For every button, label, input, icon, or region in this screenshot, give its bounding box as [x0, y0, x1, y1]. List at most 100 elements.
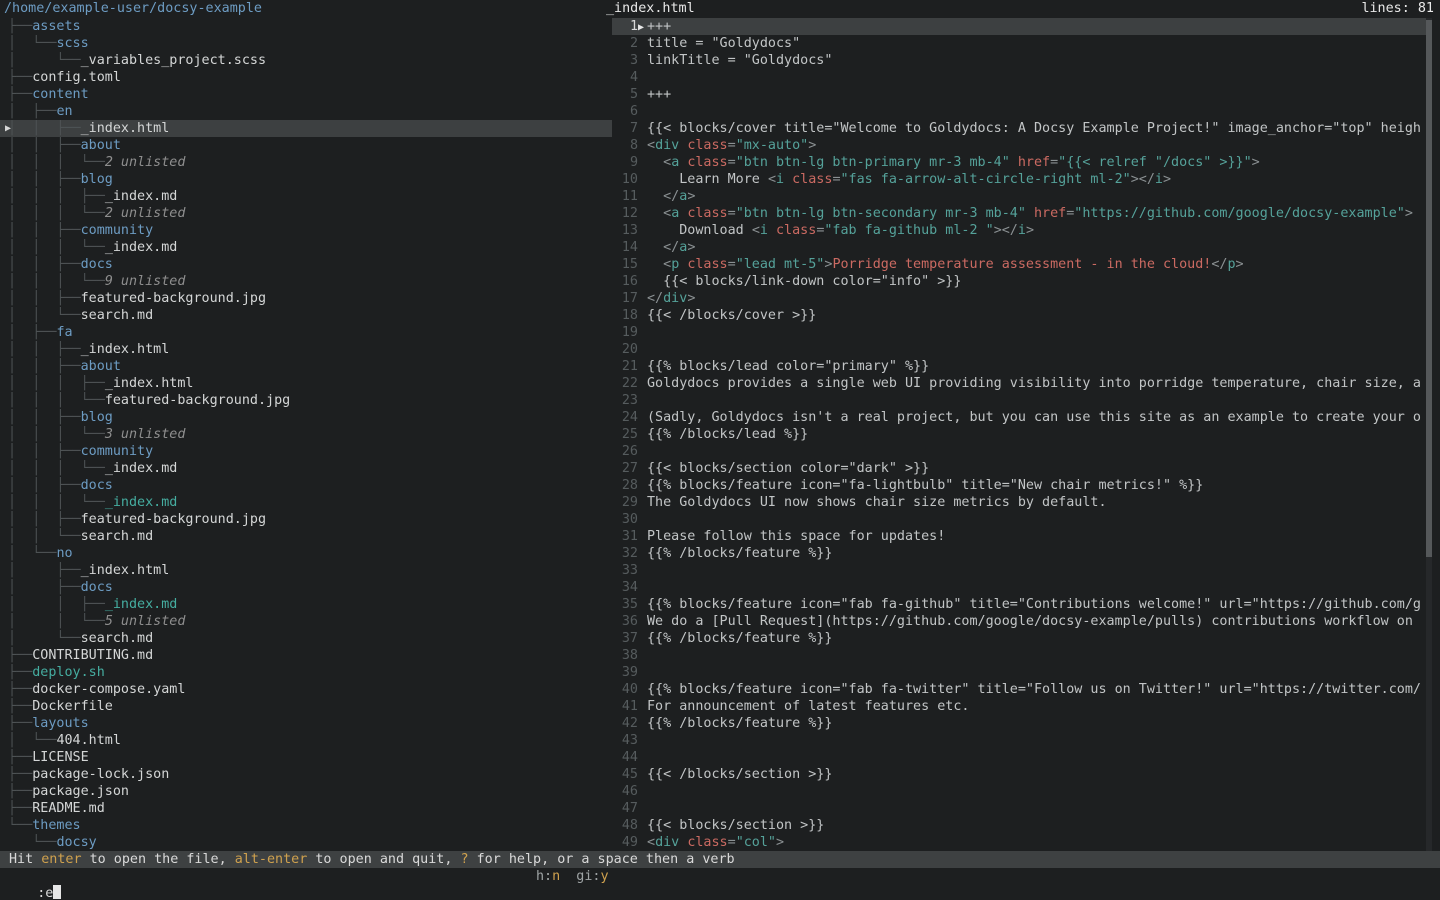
preview-code-line[interactable]: 19 — [612, 324, 1426, 341]
tree-row-directory[interactable]: ├──assets — [0, 18, 612, 35]
command-input-line[interactable]: :e h:n gi:y — [0, 868, 1440, 885]
preview-code-line[interactable]: 41 For announcement of latest features e… — [612, 698, 1426, 715]
preview-code-line[interactable]: 46 — [612, 783, 1426, 800]
tree-row-file[interactable]: │ │ │ └──2 unlisted — [0, 205, 612, 222]
tree-row-file[interactable]: ├──LICENSE — [0, 749, 612, 766]
preview-code-line[interactable]: 13 Download <i class="fab fa-github ml-2… — [612, 222, 1426, 239]
tree-row-file[interactable]: │ │ │ └──_index.md — [0, 239, 612, 256]
tree-row-file[interactable]: │ │ │ ├──_index.html — [0, 375, 612, 392]
tree-row-directory[interactable]: │ │ ├──blog — [0, 171, 612, 188]
preview-code-line[interactable]: 30 — [612, 511, 1426, 528]
tree-row-file[interactable]: │ ├──_index.html — [0, 562, 612, 579]
preview-code-line[interactable]: 48 {{< blocks/section >}} — [612, 817, 1426, 834]
preview-scrollbar[interactable] — [1426, 18, 1432, 851]
tree-row-file[interactable]: ├──deploy.sh — [0, 664, 612, 681]
tree-row-directory[interactable]: │ └──no — [0, 545, 612, 562]
preview-code-line[interactable]: 25 {{% /blocks/lead %}} — [612, 426, 1426, 443]
preview-code-line[interactable]: 36 We do a [Pull Request](https://github… — [612, 613, 1426, 630]
preview-code-line[interactable]: 20 — [612, 341, 1426, 358]
tree-row-file[interactable]: │ │ │ ├──_index.md — [0, 188, 612, 205]
preview-code-line[interactable]: 9 <a class="btn btn-lg btn-primary mr-3 … — [612, 154, 1426, 171]
tree-row-directory[interactable]: │ │ ├──docs — [0, 256, 612, 273]
preview-code-line[interactable]: 32 {{% /blocks/feature %}} — [612, 545, 1426, 562]
tree-row-file[interactable]: ├──README.md — [0, 800, 612, 817]
preview-code-line[interactable]: 39 — [612, 664, 1426, 681]
preview-code-line[interactable]: 1▶+++ — [612, 18, 1426, 35]
preview-code-line[interactable]: 16 {{< blocks/link-down color="info" >}} — [612, 273, 1426, 290]
tree-row-file[interactable]: ▶ │ │ ├──_index.html — [0, 120, 612, 137]
preview-code-line[interactable]: 15 <p class="lead mt-5">Porridge tempera… — [612, 256, 1426, 273]
tree-row-file[interactable]: │ │ │ └──3 unlisted — [0, 426, 612, 443]
command-input-value[interactable]: :e — [37, 886, 53, 900]
preview-code-line[interactable]: 35 {{% blocks/feature icon="fab fa-githu… — [612, 596, 1426, 613]
tree-row-directory[interactable]: │ ├──en — [0, 103, 612, 120]
tree-row-file[interactable]: │ │ │ └──_index.md — [0, 460, 612, 477]
preview-code-line[interactable]: 33 — [612, 562, 1426, 579]
preview-code-line[interactable]: 38 — [612, 647, 1426, 664]
tree-row-file[interactable]: │ │ └──search.md — [0, 528, 612, 545]
preview-code-line[interactable]: 18 {{< /blocks/cover >}} — [612, 307, 1426, 324]
tree-row-directory[interactable]: │ ├──docs — [0, 579, 612, 596]
preview-code-line[interactable]: 17 </div> — [612, 290, 1426, 307]
preview-code-line[interactable]: 28 {{% blocks/feature icon="fa-lightbulb… — [612, 477, 1426, 494]
preview-code-line[interactable]: 11 </a> — [612, 188, 1426, 205]
tree-row-file[interactable]: ├──CONTRIBUTING.md — [0, 647, 612, 664]
tree-row-file[interactable]: │ │ ├──_index.md — [0, 596, 612, 613]
preview-code-line[interactable]: 44 — [612, 749, 1426, 766]
preview-code-line[interactable]: 2 title = "Goldydocs" — [612, 35, 1426, 52]
tree-row-directory[interactable]: │ │ ├──docs — [0, 477, 612, 494]
preview-code-line[interactable]: 37 {{% /blocks/feature %}} — [612, 630, 1426, 647]
preview-code-line[interactable]: 45 {{< /blocks/section >}} — [612, 766, 1426, 783]
tree-row-file[interactable]: ├──package.json — [0, 783, 612, 800]
tree-row-file[interactable]: │ │ ├──featured-background.jpg — [0, 290, 612, 307]
tree-row-file[interactable]: ├──Dockerfile — [0, 698, 612, 715]
tree-row-file[interactable]: │ │ ├──featured-background.jpg — [0, 511, 612, 528]
preview-code-line[interactable]: 12 <a class="btn btn-lg btn-secondary mr… — [612, 205, 1426, 222]
preview-scrollbar-thumb[interactable] — [1426, 20, 1432, 557]
tree-row-file[interactable]: │ └──404.html — [0, 732, 612, 749]
tree-row-directory[interactable]: │ │ ├──community — [0, 222, 612, 239]
preview-code-line[interactable]: 40 {{% blocks/feature icon="fab fa-twitt… — [612, 681, 1426, 698]
preview-code-line[interactable]: 7 {{< blocks/cover title="Welcome to Gol… — [612, 120, 1426, 137]
preview-code-line[interactable]: 24 (Sadly, Goldydocs isn't a real projec… — [612, 409, 1426, 426]
preview-code-line[interactable]: 8 <div class="mx-auto"> — [612, 137, 1426, 154]
preview-code-line[interactable]: 27 {{< blocks/section color="dark" >}} — [612, 460, 1426, 477]
tree-row-file[interactable]: │ │ ├──_index.html — [0, 341, 612, 358]
preview-code-line[interactable]: 6 — [612, 103, 1426, 120]
tree-row-directory[interactable]: │ ├──fa — [0, 324, 612, 341]
preview-code-line[interactable]: 22 Goldydocs provides a single web UI pr… — [612, 375, 1426, 392]
preview-code-line[interactable]: 4 — [612, 69, 1426, 86]
tree-row-file[interactable]: │ │ │ └──9 unlisted — [0, 273, 612, 290]
preview-code-line[interactable]: 14 </a> — [612, 239, 1426, 256]
preview-code-line[interactable]: 43 — [612, 732, 1426, 749]
tree-row-file[interactable]: │ │ └──5 unlisted — [0, 613, 612, 630]
preview-code-line[interactable]: 21 {{% blocks/lead color="primary" %}} — [612, 358, 1426, 375]
preview-code-line[interactable]: 34 — [612, 579, 1426, 596]
tree-row-directory[interactable]: │ │ ├──about — [0, 137, 612, 154]
preview-code-line[interactable]: 3 linkTitle = "Goldydocs" — [612, 52, 1426, 69]
preview-code-line[interactable]: 29 The Goldydocs UI now shows chair size… — [612, 494, 1426, 511]
tree-row-file[interactable]: ├──config.toml — [0, 69, 612, 86]
tree-row-directory[interactable]: │ │ ├──community — [0, 443, 612, 460]
tree-row-directory[interactable]: │ │ ├──blog — [0, 409, 612, 426]
preview-code-line[interactable]: 42 {{% /blocks/feature %}} — [612, 715, 1426, 732]
tree-row-file[interactable]: │ │ │ └──_index.md — [0, 494, 612, 511]
tree-row-file[interactable]: │ │ │ └──featured-background.jpg — [0, 392, 612, 409]
tree-row-file[interactable]: ├──package-lock.json — [0, 766, 612, 783]
preview-code-line[interactable]: 10 Learn More <i class="fas fa-arrow-alt… — [612, 171, 1426, 188]
tree-row-directory[interactable]: ├──content — [0, 86, 612, 103]
tree-row-file[interactable]: │ └──search.md — [0, 630, 612, 647]
tree-row-file[interactable]: ├──docker-compose.yaml — [0, 681, 612, 698]
tree-row-directory[interactable]: ├──layouts — [0, 715, 612, 732]
tree-row-file[interactable]: │ │ └──search.md — [0, 307, 612, 324]
preview-code-line[interactable]: 49 <div class="col"> — [612, 834, 1426, 851]
preview-code-line[interactable]: 31 Please follow this space for updates! — [612, 528, 1426, 545]
tree-row-file[interactable]: │ └──_variables_project.scss — [0, 52, 612, 69]
tree-row-file[interactable]: │ │ │ └──2 unlisted — [0, 154, 612, 171]
tree-row-directory[interactable]: │ └──scss — [0, 35, 612, 52]
preview-code-line[interactable]: 23 — [612, 392, 1426, 409]
tree-row-directory[interactable]: └──docsy — [0, 834, 612, 851]
preview-code-line[interactable]: 5 +++ — [612, 86, 1426, 103]
preview-code-line[interactable]: 26 — [612, 443, 1426, 460]
preview-code-line[interactable]: 47 — [612, 800, 1426, 817]
